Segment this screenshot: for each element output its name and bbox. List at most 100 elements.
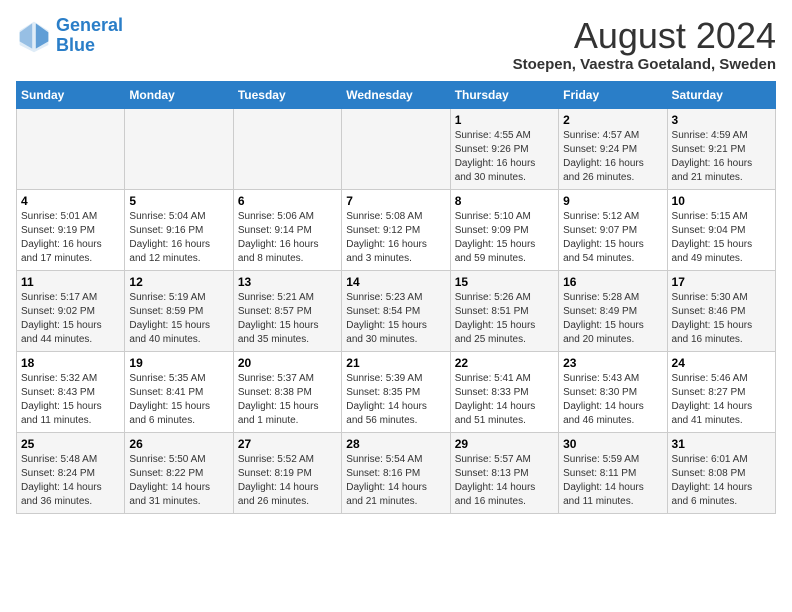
calendar-cell: 14 Sunrise: 5:23 AM Sunset: 8:54 PM Dayli…: [342, 270, 450, 351]
day-number: 18: [21, 356, 120, 370]
day-info: Sunrise: 5:32 AM Sunset: 8:43 PM Dayligh…: [21, 372, 120, 428]
day-number: 17: [672, 275, 771, 289]
day-number: 16: [563, 275, 662, 289]
calendar-cell: 22Sunrise: 5:41 AM Sunset: 8:33 PM Dayli…: [450, 351, 558, 432]
day-number: 11: [21, 275, 120, 289]
day-info: Sunrise: 5:37 AM Sunset: 8:38 PM Dayligh…: [238, 372, 337, 428]
header-saturday: Saturday: [667, 81, 775, 108]
calendar-cell: 28 Sunrise: 5:54 AM Sunset: 8:16 PM Dayli…: [342, 432, 450, 513]
calendar-cell: 15 Sunrise: 5:26 AM Sunset: 8:51 PM Dayli…: [450, 270, 558, 351]
calendar-cell: [342, 108, 450, 189]
calendar-cell: 3 Sunrise: 4:59 AM Sunset: 9:21 PM Daylig…: [667, 108, 775, 189]
calendar-cell: 25 Sunrise: 5:48 AM Sunset: 8:24 PM Dayli…: [17, 432, 125, 513]
day-info: Sunrise: 5:21 AM Sunset: 8:57 PM Dayligh…: [238, 291, 337, 347]
calendar-cell: 31 Sunrise: 6:01 AM Sunset: 8:08 PM Dayli…: [667, 432, 775, 513]
day-number: 13: [238, 275, 337, 289]
day-number: 14: [346, 275, 445, 289]
day-info: Sunrise: 5:57 AM Sunset: 8:13 PM Dayligh…: [455, 453, 554, 509]
main-title: August 2024: [513, 16, 776, 56]
calendar-cell: 1 Sunrise: 4:55 AM Sunset: 9:26 PM Daylig…: [450, 108, 558, 189]
header-thursday: Thursday: [450, 81, 558, 108]
day-number: 6: [238, 194, 337, 208]
title-block: August 2024 Stoepen, Vaestra Goetaland, …: [513, 16, 776, 73]
calendar-cell: [233, 108, 341, 189]
day-info: Sunrise: 5:12 AM Sunset: 9:07 PM Dayligh…: [563, 210, 662, 266]
day-number: 12: [129, 275, 228, 289]
calendar-cell: 17Sunrise: 5:30 AM Sunset: 8:46 PM Dayli…: [667, 270, 775, 351]
week-row-3: 18 Sunrise: 5:32 AM Sunset: 8:43 PM Dayli…: [17, 351, 776, 432]
calendar-cell: 19 Sunrise: 5:35 AM Sunset: 8:41 PM Dayli…: [125, 351, 233, 432]
day-info: Sunrise: 4:55 AM Sunset: 9:26 PM Dayligh…: [455, 129, 554, 185]
calendar-cell: 9Sunrise: 5:12 AM Sunset: 9:07 PM Daylig…: [559, 189, 667, 270]
day-info: Sunrise: 5:10 AM Sunset: 9:09 PM Dayligh…: [455, 210, 554, 266]
logo: General Blue: [16, 16, 123, 56]
day-info: Sunrise: 5:23 AM Sunset: 8:54 PM Dayligh…: [346, 291, 445, 347]
day-number: 15: [455, 275, 554, 289]
calendar-cell: 18 Sunrise: 5:32 AM Sunset: 8:43 PM Dayli…: [17, 351, 125, 432]
header-row: Sunday Monday Tuesday Wednesday Thursday…: [17, 81, 776, 108]
day-info: Sunrise: 5:43 AM Sunset: 8:30 PM Dayligh…: [563, 372, 662, 428]
day-info: Sunrise: 4:57 AM Sunset: 9:24 PM Dayligh…: [563, 129, 662, 185]
calendar-cell: 13 Sunrise: 5:21 AM Sunset: 8:57 PM Dayli…: [233, 270, 341, 351]
day-number: 27: [238, 437, 337, 451]
day-number: 26: [129, 437, 228, 451]
day-info: Sunrise: 5:59 AM Sunset: 8:11 PM Dayligh…: [563, 453, 662, 509]
day-info: Sunrise: 5:01 AM Sunset: 9:19 PM Dayligh…: [21, 210, 120, 266]
day-info: Sunrise: 5:54 AM Sunset: 8:16 PM Dayligh…: [346, 453, 445, 509]
logo-general: General: [56, 15, 123, 35]
header: General Blue August 2024 Stoepen, Vaestr…: [16, 16, 776, 73]
week-row-0: 1 Sunrise: 4:55 AM Sunset: 9:26 PM Daylig…: [17, 108, 776, 189]
day-number: 7: [346, 194, 445, 208]
week-row-4: 25 Sunrise: 5:48 AM Sunset: 8:24 PM Dayli…: [17, 432, 776, 513]
day-info: Sunrise: 5:48 AM Sunset: 8:24 PM Dayligh…: [21, 453, 120, 509]
calendar-cell: 24 Sunrise: 5:46 AM Sunset: 8:27 PM Dayli…: [667, 351, 775, 432]
header-sunday: Sunday: [17, 81, 125, 108]
calendar-cell: 5 Sunrise: 5:04 AM Sunset: 9:16 PM Daylig…: [125, 189, 233, 270]
day-number: 24: [672, 356, 771, 370]
day-number: 4: [21, 194, 120, 208]
calendar-cell: 27 Sunrise: 5:52 AM Sunset: 8:19 PM Dayli…: [233, 432, 341, 513]
day-info: Sunrise: 4:59 AM Sunset: 9:21 PM Dayligh…: [672, 129, 771, 185]
day-info: Sunrise: 5:19 AM Sunset: 8:59 PM Dayligh…: [129, 291, 228, 347]
day-number: 31: [672, 437, 771, 451]
calendar-cell: 16 Sunrise: 5:28 AM Sunset: 8:49 PM Dayli…: [559, 270, 667, 351]
week-row-1: 4 Sunrise: 5:01 AM Sunset: 9:19 PM Daylig…: [17, 189, 776, 270]
header-friday: Friday: [559, 81, 667, 108]
day-number: 19: [129, 356, 228, 370]
day-info: Sunrise: 5:04 AM Sunset: 9:16 PM Dayligh…: [129, 210, 228, 266]
day-number: 29: [455, 437, 554, 451]
calendar-cell: 21Sunrise: 5:39 AM Sunset: 8:35 PM Dayli…: [342, 351, 450, 432]
day-number: 5: [129, 194, 228, 208]
day-number: 30: [563, 437, 662, 451]
calendar-cell: 8 Sunrise: 5:10 AM Sunset: 9:09 PM Daylig…: [450, 189, 558, 270]
calendar-cell: 12 Sunrise: 5:19 AM Sunset: 8:59 PM Dayli…: [125, 270, 233, 351]
day-info: Sunrise: 5:08 AM Sunset: 9:12 PM Dayligh…: [346, 210, 445, 266]
logo-blue: Blue: [56, 35, 95, 55]
day-number: 3: [672, 113, 771, 127]
calendar-cell: 4 Sunrise: 5:01 AM Sunset: 9:19 PM Daylig…: [17, 189, 125, 270]
day-info: Sunrise: 5:46 AM Sunset: 8:27 PM Dayligh…: [672, 372, 771, 428]
day-info: Sunrise: 5:26 AM Sunset: 8:51 PM Dayligh…: [455, 291, 554, 347]
day-info: Sunrise: 5:28 AM Sunset: 8:49 PM Dayligh…: [563, 291, 662, 347]
day-number: 10: [672, 194, 771, 208]
calendar-cell: 2Sunrise: 4:57 AM Sunset: 9:24 PM Daylig…: [559, 108, 667, 189]
logo-text: General Blue: [56, 16, 123, 56]
header-monday: Monday: [125, 81, 233, 108]
calendar-cell: 6Sunrise: 5:06 AM Sunset: 9:14 PM Daylig…: [233, 189, 341, 270]
calendar-cell: 10 Sunrise: 5:15 AM Sunset: 9:04 PM Dayli…: [667, 189, 775, 270]
day-info: Sunrise: 6:01 AM Sunset: 8:08 PM Dayligh…: [672, 453, 771, 509]
day-number: 1: [455, 113, 554, 127]
day-number: 8: [455, 194, 554, 208]
calendar-cell: 11Sunrise: 5:17 AM Sunset: 9:02 PM Dayli…: [17, 270, 125, 351]
calendar-cell: 23Sunrise: 5:43 AM Sunset: 8:30 PM Dayli…: [559, 351, 667, 432]
day-info: Sunrise: 5:15 AM Sunset: 9:04 PM Dayligh…: [672, 210, 771, 266]
day-number: 28: [346, 437, 445, 451]
day-info: Sunrise: 5:52 AM Sunset: 8:19 PM Dayligh…: [238, 453, 337, 509]
week-row-2: 11Sunrise: 5:17 AM Sunset: 9:02 PM Dayli…: [17, 270, 776, 351]
calendar-cell: 7 Sunrise: 5:08 AM Sunset: 9:12 PM Daylig…: [342, 189, 450, 270]
day-number: 22: [455, 356, 554, 370]
day-info: Sunrise: 5:35 AM Sunset: 8:41 PM Dayligh…: [129, 372, 228, 428]
day-number: 20: [238, 356, 337, 370]
calendar-cell: 29 Sunrise: 5:57 AM Sunset: 8:13 PM Dayli…: [450, 432, 558, 513]
day-number: 25: [21, 437, 120, 451]
